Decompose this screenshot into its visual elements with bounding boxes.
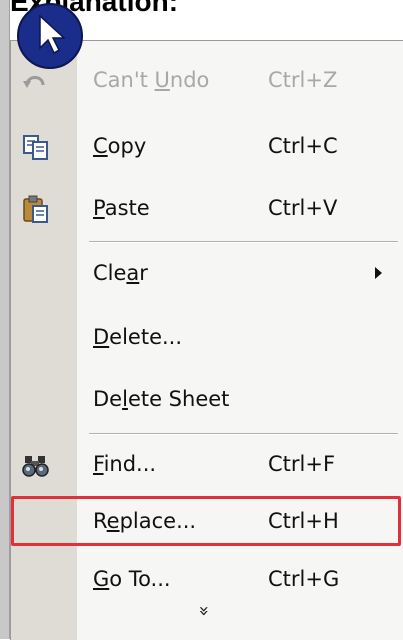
menu-item-label-post: opy [107,134,147,158]
menu-item-label-accel: C [93,134,108,158]
copy-icon [21,133,51,161]
menu-item-delete[interactable]: Delete... [11,312,403,364]
menu-separator [89,433,398,435]
menu-item-label-post: r [139,261,148,285]
menu-item-shortcut: Ctrl+C [268,134,338,158]
menu-item-label-accel: P [93,196,105,220]
expand-menu-chevron-icon[interactable]: » [194,602,215,620]
menu-separator [89,241,398,243]
undo-icon [21,67,51,95]
menu-item-go-to[interactable]: Go To... Ctrl+G [11,554,403,606]
menu-item-delete-sheet[interactable]: Delete Sheet [11,374,403,426]
binoculars-icon [21,451,51,479]
menu-item-label-accel: G [93,567,110,591]
menu-item-find[interactable]: Find... Ctrl+F [11,439,403,491]
menu-item-shortcut: Ctrl+V [268,196,338,220]
expand-chevron-glyph: » [193,605,215,617]
menu-item-label-post: aste [104,196,150,220]
menu-item-label-post: ind... [103,452,157,476]
menu-item-label-accel: F [93,452,104,476]
paste-icon [21,195,51,223]
menu-item-label-accel: D [93,325,110,349]
menu-item-label-post: elete... [109,325,183,349]
replace-highlight-box [11,496,401,546]
menu-item-copy[interactable]: Copy Ctrl+C [11,121,403,173]
menu-item-label-post: ete Sheet [127,387,230,411]
menu-item-shortcut: Ctrl+G [268,567,340,591]
cursor-badge-icon [14,0,84,70]
menu-item-label-pre: Cle [93,261,127,285]
menu-item-clear[interactable]: Clear [11,248,403,300]
window-edge [0,0,10,639]
menu-item-label-post: ndo [169,68,210,92]
edit-menu: Can't Undo Ctrl+Z Copy Ctrl+C Paste Ctrl… [10,40,403,640]
menu-item-label-post: o To... [109,567,171,591]
submenu-arrow-icon [375,267,382,279]
menu-item-shortcut: Ctrl+F [268,452,336,476]
menu-item-label-pre: De [93,387,123,411]
menu-item-shortcut: Ctrl+Z [268,68,338,92]
menu-item-label-accel: U [154,68,170,92]
menu-item-label-accel: a [126,261,140,285]
menu-item-paste[interactable]: Paste Ctrl+V [11,183,403,235]
menu-item-label-pre: Can't [93,68,155,92]
